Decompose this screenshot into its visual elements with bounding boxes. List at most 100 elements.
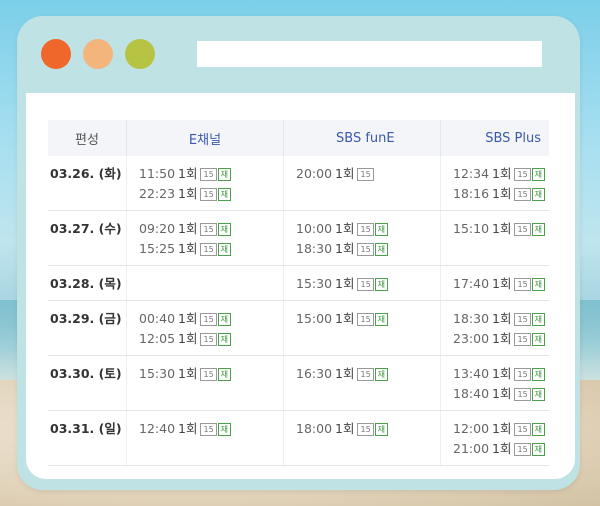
age-rating-badge: 15 (357, 368, 374, 381)
table-header-row: 편성 E채널 SBS funE SBS Plus (48, 120, 549, 156)
air-time: 16:30 (296, 366, 333, 381)
window-content: 편성 E채널 SBS funE SBS Plus 03.26. (화) 11:50… (26, 93, 575, 479)
air-time: 09:20 (139, 221, 176, 236)
schedule-cell: 15:30 1회 15 재 (126, 355, 284, 411)
air-time: 13:40 (453, 366, 490, 381)
age-rating-badge: 15 (357, 168, 374, 181)
episode-number: 1회 (335, 366, 355, 381)
table-row: 03.27. (수) 09:20 1회 15 재 15:25 1회 15 재 10:00 1회 15 재… (48, 210, 549, 266)
air-time: 15:10 (453, 221, 490, 236)
age-rating-badge: 15 (200, 423, 217, 436)
episode-number: 1회 (492, 441, 512, 456)
episode-number: 1회 (335, 421, 355, 436)
episode-number: 1회 (178, 241, 198, 256)
age-rating-badge: 15 (514, 423, 531, 436)
rerun-badge: 재 (531, 313, 546, 326)
row-date: 03.29. (금) (48, 300, 127, 356)
episode-number: 1회 (335, 241, 355, 256)
schedule-entry: 15:10 1회 15 재 (453, 219, 549, 239)
age-rating-badge: 15 (514, 188, 531, 201)
air-time: 23:00 (453, 331, 490, 346)
schedule-entry: 12:34 1회 15 재 (453, 164, 549, 184)
episode-number: 1회 (178, 331, 198, 346)
rerun-badge: 재 (531, 188, 546, 201)
rerun-badge: 재 (531, 168, 546, 181)
air-time: 15:30 (139, 366, 176, 381)
schedule-entry: 15:30 1회 15 재 (296, 274, 440, 294)
rerun-badge: 재 (531, 443, 546, 456)
row-date: 03.30. (토) (48, 355, 127, 411)
rerun-badge: 재 (217, 168, 232, 181)
header-schedule: 편성 (48, 120, 127, 156)
schedule-body: 03.26. (화) 11:50 1회 15 재 22:23 1회 15 재 20:00 1회 15 1… (48, 156, 549, 466)
age-rating-badge: 15 (514, 168, 531, 181)
air-time: 18:30 (453, 311, 490, 326)
schedule-entry: 12:05 1회 15 재 (139, 329, 283, 349)
browser-window: 편성 E채널 SBS funE SBS Plus 03.26. (화) 11:50… (17, 16, 580, 490)
age-rating-badge: 15 (357, 278, 374, 291)
schedule-entry: 18:40 1회 15 재 (453, 384, 549, 404)
air-time: 18:30 (296, 241, 333, 256)
air-time: 17:40 (453, 276, 490, 291)
schedule-cell: 12:40 1회 15 재 (126, 410, 284, 466)
rerun-badge: 재 (217, 333, 232, 346)
episode-number: 1회 (178, 186, 198, 201)
table-row: 03.31. (일) 12:40 1회 15 재 18:00 1회 15 재 12:00 1회 15 재… (48, 410, 549, 466)
window-titlebar (17, 16, 580, 94)
schedule-entry: 10:00 1회 15 재 (296, 219, 440, 239)
episode-number: 1회 (492, 331, 512, 346)
air-time: 10:00 (296, 221, 333, 236)
air-time: 12:34 (453, 166, 490, 181)
schedule-cell: 00:40 1회 15 재 12:05 1회 15 재 (126, 300, 284, 356)
schedule-cell: 10:00 1회 15 재 18:30 1회 15 재 (283, 210, 441, 266)
air-time: 15:00 (296, 311, 333, 326)
episode-number: 1회 (492, 221, 512, 236)
header-sbs-plus: SBS Plus (440, 120, 549, 156)
air-time: 21:00 (453, 441, 490, 456)
schedule-cell: 11:50 1회 15 재 22:23 1회 15 재 (126, 156, 284, 211)
schedule-cell: 18:30 1회 15 재 23:00 1회 15 재 (440, 300, 549, 356)
episode-number: 1회 (335, 166, 355, 181)
rerun-badge: 재 (374, 368, 389, 381)
air-time: 20:00 (296, 166, 333, 181)
schedule-cell: 20:00 1회 15 (283, 156, 441, 211)
rerun-badge: 재 (217, 368, 232, 381)
close-dot-icon[interactable] (41, 39, 71, 69)
broadcast-schedule-table: 편성 E채널 SBS funE SBS Plus 03.26. (화) 11:50… (48, 120, 549, 466)
episode-number: 1회 (178, 421, 198, 436)
rerun-badge: 재 (531, 388, 546, 401)
minimize-dot-icon[interactable] (83, 39, 113, 69)
episode-number: 1회 (178, 366, 198, 381)
table-row: 03.29. (금) 00:40 1회 15 재 12:05 1회 15 재 15:00 1회 15 재… (48, 300, 549, 356)
schedule-cell: 15:10 1회 15 재 (440, 210, 549, 266)
rerun-badge: 재 (531, 423, 546, 436)
age-rating-badge: 15 (514, 333, 531, 346)
rerun-badge: 재 (217, 423, 232, 436)
episode-number: 1회 (335, 311, 355, 326)
schedule-entry: 13:40 1회 15 재 (453, 364, 549, 384)
table-row: 03.26. (화) 11:50 1회 15 재 22:23 1회 15 재 20:00 1회 15 1… (48, 156, 549, 211)
air-time: 15:25 (139, 241, 176, 256)
schedule-entry: 20:00 1회 15 (296, 164, 440, 184)
air-time: 12:40 (139, 421, 176, 436)
episode-number: 1회 (492, 386, 512, 401)
air-time: 18:40 (453, 386, 490, 401)
maximize-dot-icon[interactable] (125, 39, 155, 69)
address-bar[interactable] (197, 41, 542, 67)
schedule-cell: 12:00 1회 15 재 21:00 1회 15 재 (440, 410, 549, 466)
episode-number: 1회 (492, 166, 512, 181)
air-time: 22:23 (139, 186, 176, 201)
schedule-entry: 18:16 1회 15 재 (453, 184, 549, 204)
episode-number: 1회 (492, 276, 512, 291)
schedule-entry: 18:30 1회 15 재 (453, 309, 549, 329)
schedule-entry: 12:00 1회 15 재 (453, 419, 549, 439)
age-rating-badge: 15 (200, 188, 217, 201)
schedule-cell: 12:34 1회 15 재 18:16 1회 15 재 (440, 156, 549, 211)
rerun-badge: 재 (374, 223, 389, 236)
episode-number: 1회 (178, 166, 198, 181)
age-rating-badge: 15 (200, 333, 217, 346)
schedule-entry: 16:30 1회 15 재 (296, 364, 440, 384)
age-rating-badge: 15 (514, 388, 531, 401)
row-date: 03.31. (일) (48, 410, 127, 466)
air-time: 12:00 (453, 421, 490, 436)
